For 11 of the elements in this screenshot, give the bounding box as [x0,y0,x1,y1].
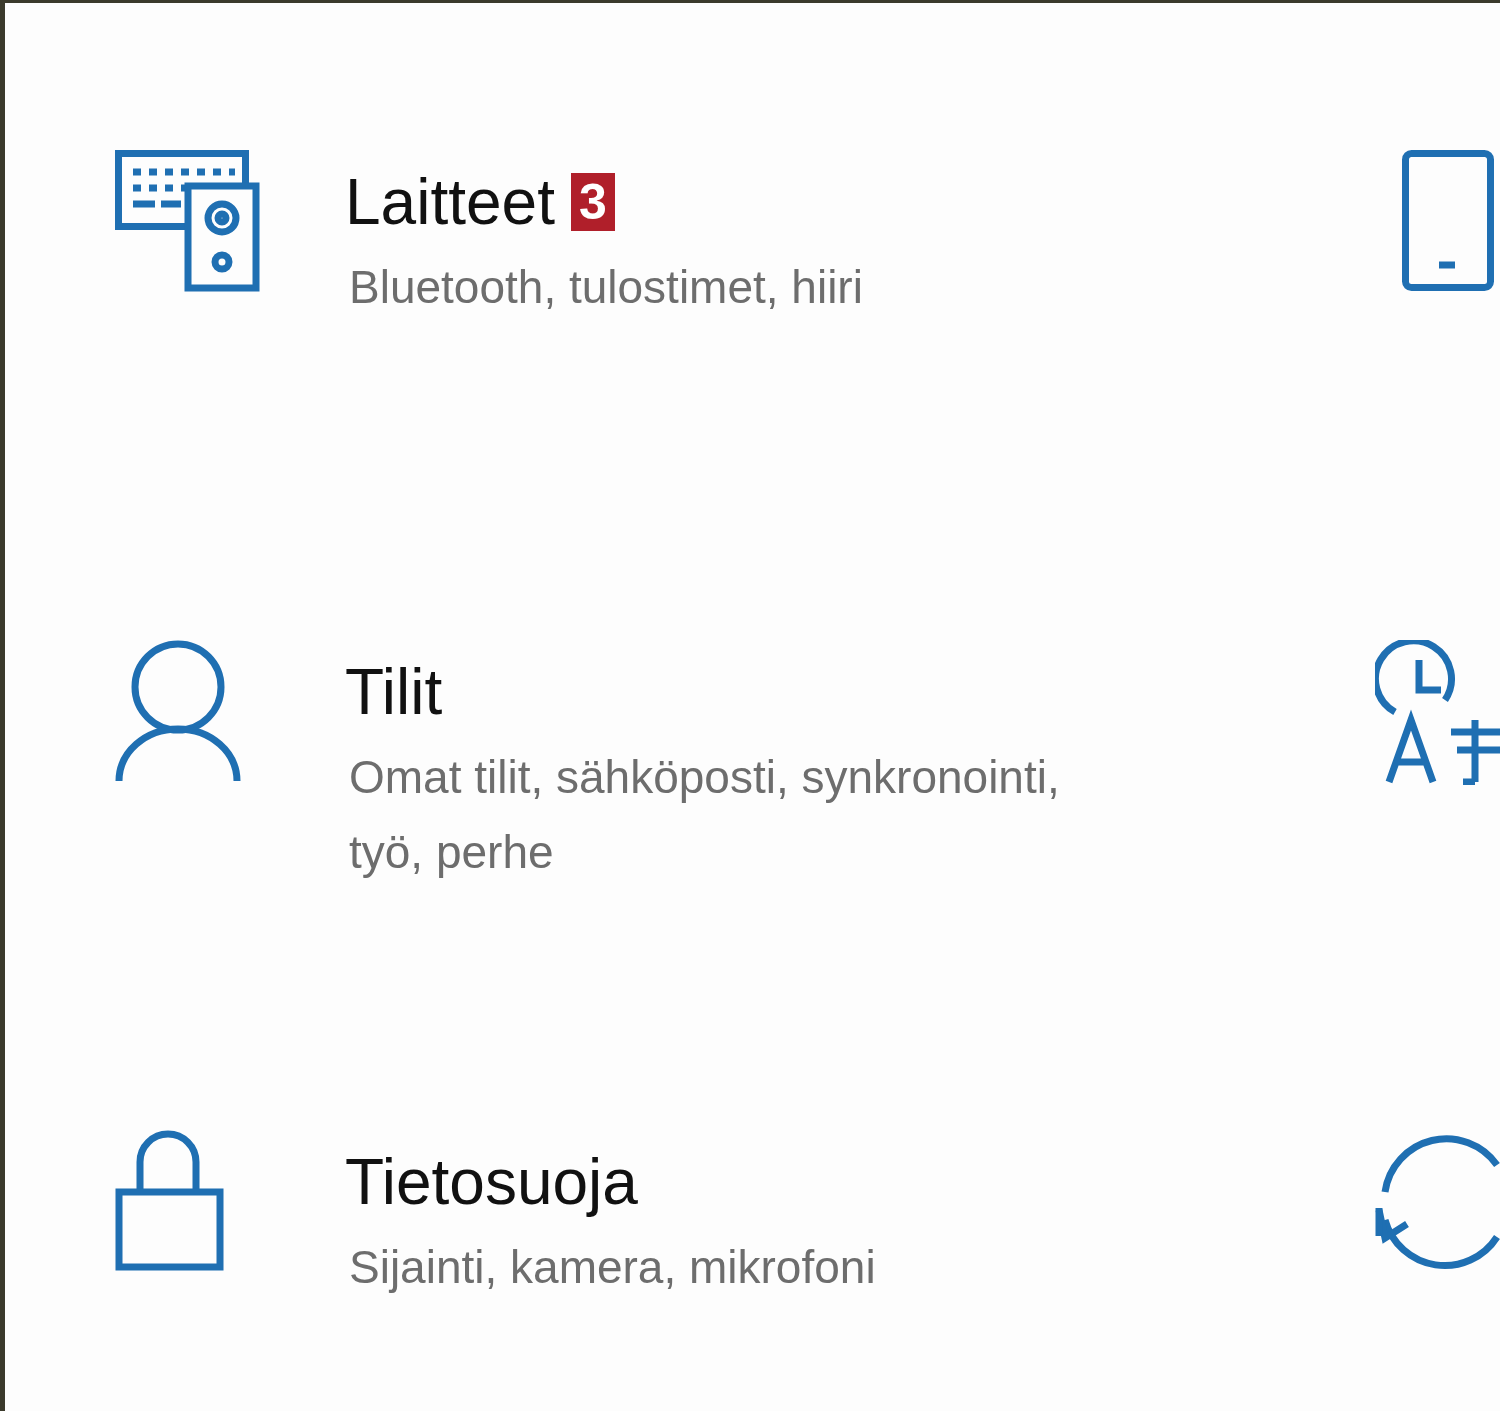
item-title[interactable]: Tilit [345,652,443,732]
clock-language-icon [1375,640,1500,785]
phone-icon [1402,150,1494,292]
devices-icon [115,150,260,292]
item-description: Sijainti, kamera, mikrofoni [349,1240,876,1295]
item-description: Bluetooth, tulostimet, hiiri [349,260,863,315]
item-title[interactable]: Tietosuoja [345,1142,638,1222]
item-description: Omat tilit, sähköposti, synkronointi, työ, perhe [349,750,1061,880]
item-title[interactable]: Laitteet [345,162,555,242]
count-badge: 3 [570,173,615,231]
lock-icon [115,1130,225,1272]
